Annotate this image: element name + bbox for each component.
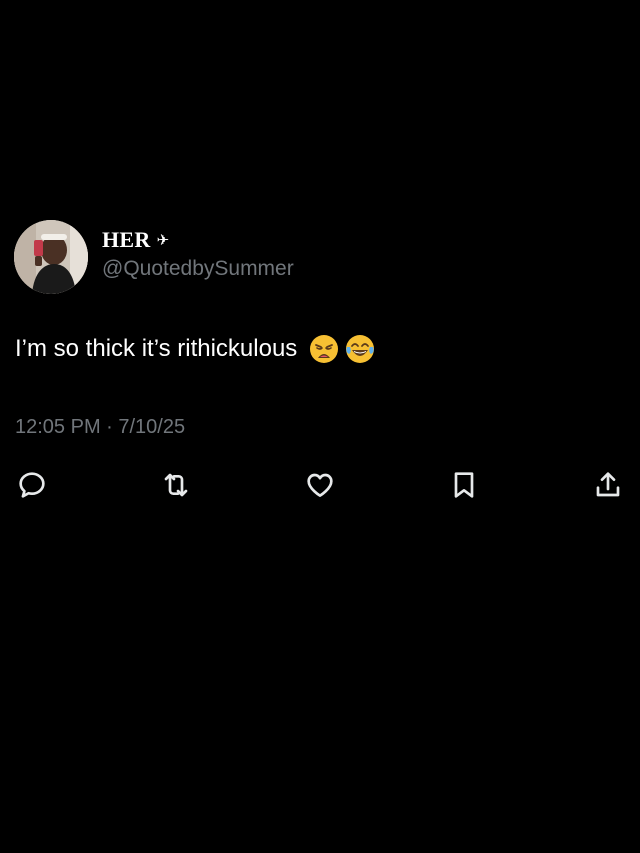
bookmark-button[interactable] bbox=[447, 468, 481, 502]
bookmark-icon bbox=[454, 472, 474, 498]
weary-face-emoji bbox=[310, 335, 339, 363]
tweet-header: HER ✈ @QuotedbySummer bbox=[14, 220, 294, 294]
tears-of-joy-emoji bbox=[346, 335, 375, 363]
tweet-text: I’m so thick it’s rithickulous bbox=[15, 335, 298, 362]
retweet-icon bbox=[164, 473, 188, 497]
avatar-photo bbox=[14, 220, 88, 294]
heart-icon bbox=[307, 473, 333, 497]
action-bar bbox=[0, 468, 640, 502]
share-button[interactable] bbox=[591, 468, 625, 502]
reply-button[interactable] bbox=[15, 468, 49, 502]
airplane-icon: ✈ bbox=[156, 231, 170, 249]
tweet-card: HER ✈ @QuotedbySummer I’m so thick it’s … bbox=[0, 0, 640, 853]
user-handle[interactable]: @QuotedbySummer bbox=[102, 257, 294, 281]
like-button[interactable] bbox=[303, 468, 337, 502]
display-name[interactable]: HER bbox=[102, 227, 151, 253]
retweet-button[interactable] bbox=[159, 468, 193, 502]
author-names: HER ✈ @QuotedbySummer bbox=[102, 227, 294, 281]
reply-icon bbox=[19, 472, 45, 498]
share-icon bbox=[596, 472, 620, 497]
tweet-timestamp[interactable]: 12:05 PM · 7/10/25 bbox=[15, 416, 185, 439]
tweet-body: I’m so thick it’s rithickulous bbox=[15, 334, 375, 364]
display-name-row: HER ✈ bbox=[102, 227, 294, 253]
avatar[interactable] bbox=[14, 220, 88, 294]
